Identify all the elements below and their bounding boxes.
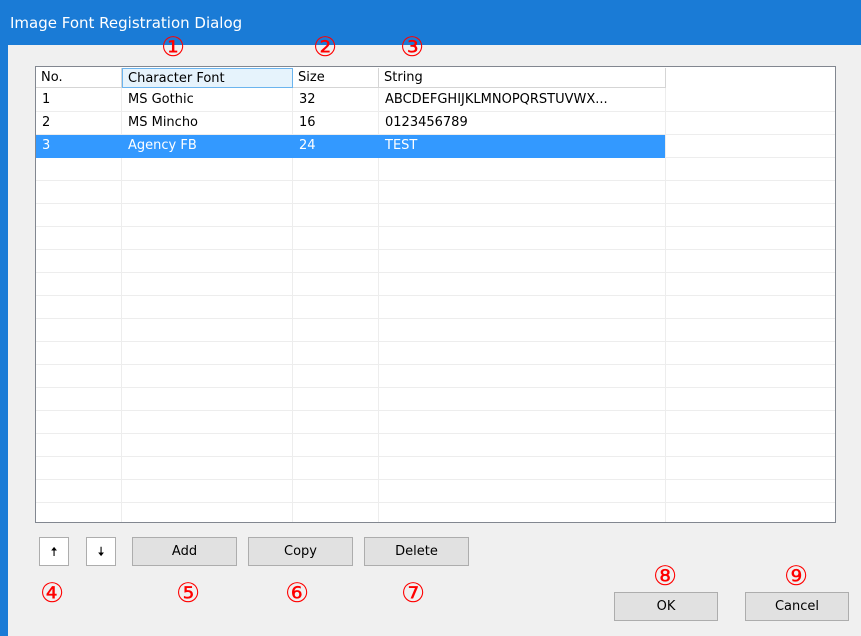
callout-5: ⑤ xyxy=(176,578,201,609)
cell-font: MS Gothic xyxy=(128,92,194,107)
grid-line xyxy=(36,249,835,250)
grid-line xyxy=(36,203,835,204)
grid-line xyxy=(36,456,835,457)
table-row[interactable]: 1 MS Gothic 32 ABCDEFGHIJKLMNOPQRSTUVWX.… xyxy=(36,89,835,112)
grid-line xyxy=(36,364,835,365)
grid-line xyxy=(36,433,835,434)
grid-line xyxy=(36,272,835,273)
table-row[interactable]: 2 MS Mincho 16 0123456789 xyxy=(36,112,835,135)
cell-string: ABCDEFGHIJKLMNOPQRSTUVWX... xyxy=(385,92,608,107)
window-title: Image Font Registration Dialog xyxy=(10,14,243,32)
callout-7: ⑦ xyxy=(401,578,426,609)
font-table[interactable]: No. Character Font Size String 1 MS Goth… xyxy=(35,66,836,523)
cell-string: TEST xyxy=(385,138,418,153)
add-button[interactable]: Add xyxy=(132,537,237,566)
grid-line xyxy=(36,410,835,411)
grid-line xyxy=(36,226,835,227)
grid-line xyxy=(36,479,835,480)
grid-line xyxy=(36,387,835,388)
window-frame-left xyxy=(0,45,8,636)
arrow-up-icon: 🠅 xyxy=(50,544,58,559)
column-header-character-font[interactable]: Character Font xyxy=(122,68,293,88)
callout-9: ⑨ xyxy=(784,561,809,592)
column-header-string[interactable]: String xyxy=(379,68,666,88)
callout-1: ① xyxy=(161,32,186,63)
arrow-down-icon: 🠇 xyxy=(97,544,105,559)
dialog-window: Image Font Registration Dialog ① ② ③ No.… xyxy=(0,0,861,636)
callout-6: ⑥ xyxy=(285,578,310,609)
callout-4: ④ xyxy=(40,578,65,609)
callout-2: ② xyxy=(313,32,338,63)
cell-string: 0123456789 xyxy=(385,115,468,130)
ok-button[interactable]: OK xyxy=(614,592,718,621)
delete-button[interactable]: Delete xyxy=(364,537,469,566)
grid-line xyxy=(36,318,835,319)
copy-button[interactable]: Copy xyxy=(248,537,353,566)
grid-line xyxy=(36,180,835,181)
cancel-button[interactable]: Cancel xyxy=(745,592,849,621)
cell-size: 24 xyxy=(299,138,316,153)
move-down-button[interactable]: 🠇 xyxy=(86,537,116,566)
callout-3: ③ xyxy=(400,32,425,63)
column-header-no[interactable]: No. xyxy=(36,68,122,88)
grid-line xyxy=(36,295,835,296)
cell-font: MS Mincho xyxy=(128,115,199,130)
grid-line xyxy=(36,502,835,503)
cell-no: 3 xyxy=(42,138,51,153)
column-header-size[interactable]: Size xyxy=(293,68,379,88)
cell-font: Agency FB xyxy=(128,138,197,153)
grid-line xyxy=(36,341,835,342)
cell-size: 16 xyxy=(299,115,316,130)
title-bar[interactable]: Image Font Registration Dialog xyxy=(0,0,861,45)
move-up-button[interactable]: 🠅 xyxy=(39,537,69,566)
table-row-selected[interactable]: 3 Agency FB 24 TEST xyxy=(36,135,835,158)
callout-8: ⑧ xyxy=(653,561,678,592)
cell-no: 2 xyxy=(42,115,51,130)
cell-size: 32 xyxy=(299,92,316,107)
cell-no: 1 xyxy=(42,92,51,107)
